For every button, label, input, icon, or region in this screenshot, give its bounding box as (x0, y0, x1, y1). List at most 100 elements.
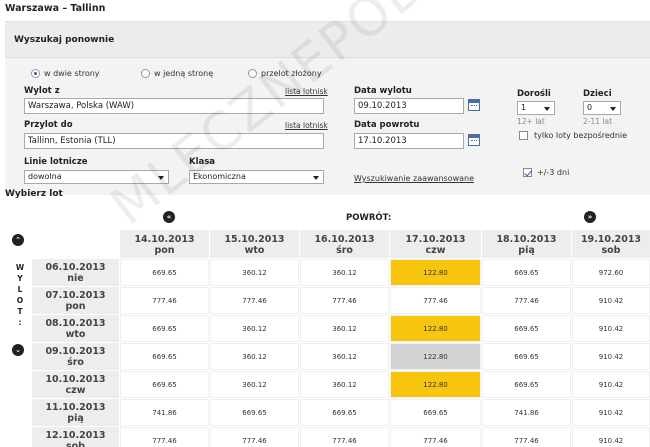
chevron-down-icon (610, 107, 616, 111)
price-cell[interactable]: 777.46 (120, 287, 209, 314)
next-return-week-icon[interactable]: » (584, 211, 596, 223)
calendar-icon[interactable] (468, 99, 480, 111)
adults-value: 1 (521, 103, 527, 112)
price-cell[interactable]: 910.42 (572, 287, 650, 314)
price-cell[interactable]: 910.42 (572, 371, 650, 398)
price-cell[interactable]: 972.60 (572, 259, 650, 286)
to-label: Przylot do (24, 120, 73, 130)
price-cell[interactable]: 777.46 (482, 287, 571, 314)
from-input[interactable]: Warszawa, Polska (WAW) (24, 98, 324, 114)
depart-date: 07.10.2013 (45, 290, 106, 301)
depart-date: 08.10.2013 (45, 318, 106, 329)
trip-type-oneway[interactable]: w jedną stronę (141, 69, 213, 78)
trip-type-multi[interactable]: przelot złożony (248, 69, 322, 78)
side-letter: L (17, 285, 23, 294)
price-cell[interactable]: 669.65 (120, 315, 209, 342)
price-cell[interactable]: 360.12 (300, 259, 389, 286)
return-day: czw (425, 245, 446, 256)
depart-date-header: 10.10.2013 czw (32, 371, 119, 398)
price-cell[interactable]: 910.42 (572, 399, 650, 426)
price-cell[interactable]: 669.65 (390, 399, 481, 426)
price-cell[interactable]: 669.65 (482, 259, 571, 286)
return-day: pon (154, 245, 175, 256)
direct-only-checkbox[interactable] (519, 131, 528, 140)
price-cell[interactable]: 122.80 (390, 259, 481, 286)
depart-date: 06.10.2013 (45, 262, 106, 273)
price-cell[interactable]: 741.86 (482, 399, 571, 426)
children-hint: 2-11 lat (583, 117, 613, 126)
depart-date: 11.10.2013 (45, 402, 106, 413)
depart-date-header: 06.10.2013 nie (32, 259, 119, 286)
chevron-down-icon (158, 176, 164, 180)
next-depart-week-icon[interactable]: ⌄ (12, 344, 24, 356)
price-cell[interactable]: 669.65 (120, 259, 209, 286)
return-date: 14.10.2013 (134, 234, 195, 245)
advanced-search-link[interactable]: Wyszukiwanie zaawansowane (354, 174, 474, 183)
price-cell[interactable]: 910.42 (572, 427, 650, 447)
price-cell[interactable]: 360.12 (300, 343, 389, 370)
flex-days-checkbox[interactable] (523, 168, 532, 177)
flex-days-label: +/-3 dni (537, 168, 570, 177)
price-cell[interactable]: 777.46 (300, 427, 389, 447)
price-cell[interactable]: 360.12 (300, 315, 389, 342)
adults-select[interactable]: 1 (517, 101, 555, 115)
airlines-value: dowolna (28, 172, 62, 181)
chevron-down-icon (313, 176, 319, 180)
prev-depart-week-icon[interactable]: ⌃ (12, 234, 24, 246)
side-letter: W (15, 263, 25, 272)
price-cell[interactable]: 669.65 (210, 399, 299, 426)
price-cell[interactable]: 360.12 (300, 371, 389, 398)
price-cell[interactable]: 777.46 (120, 427, 209, 447)
price-cell[interactable]: 777.46 (300, 287, 389, 314)
price-cell[interactable]: 777.46 (482, 427, 571, 447)
price-cell[interactable]: 360.12 (210, 259, 299, 286)
adults-hint: 12+ lat (517, 117, 545, 126)
return-date-input[interactable]: 17.10.2013 (354, 133, 464, 149)
depart-day: czw (65, 385, 86, 396)
depart-date-input[interactable]: 09.10.2013 (354, 98, 464, 114)
price-cell[interactable]: 777.46 (390, 427, 481, 447)
price-cell[interactable]: 777.46 (210, 287, 299, 314)
depart-day: pią (67, 413, 84, 424)
airlines-select[interactable]: dowolna (24, 170, 169, 184)
depart-date-header: 12.10.2013 sob (32, 427, 119, 447)
prev-return-week-icon[interactable]: « (163, 211, 175, 223)
children-select[interactable]: 0 (583, 101, 621, 115)
price-cell[interactable]: 777.46 (390, 287, 481, 314)
price-cell[interactable]: 669.65 (300, 399, 389, 426)
depart-date-header: 09.10.2013 śro (32, 343, 119, 370)
price-cell[interactable]: 669.65 (120, 343, 209, 370)
price-cell[interactable]: 777.46 (210, 427, 299, 447)
side-letter: : (18, 318, 22, 327)
search-header-title: Wyszukaj ponownie (14, 35, 115, 45)
search-panel: Wyszukaj ponownie w dwie strony w jedną … (5, 21, 650, 195)
price-cell[interactable]: 122.80 (390, 315, 481, 342)
trip-type-roundtrip[interactable]: w dwie strony (31, 69, 100, 78)
chevron-down-icon (544, 107, 550, 111)
depart-day: pon (65, 301, 86, 312)
price-cell[interactable]: 910.42 (572, 315, 650, 342)
price-cell[interactable]: 669.65 (482, 315, 571, 342)
to-airports-link[interactable]: lista lotnisk (285, 121, 328, 130)
trip-type-multi-label: przelot złożony (261, 69, 322, 78)
radio-icon[interactable] (248, 69, 257, 78)
class-select[interactable]: Ekonomiczna (189, 170, 324, 184)
radio-icon[interactable] (141, 69, 150, 78)
price-cell[interactable]: 669.65 (120, 371, 209, 398)
price-cell[interactable]: 669.65 (482, 343, 571, 370)
radio-icon[interactable] (31, 69, 40, 78)
price-cell[interactable]: 669.65 (482, 371, 571, 398)
price-cell[interactable]: 360.12 (210, 315, 299, 342)
price-cell[interactable]: 910.42 (572, 343, 650, 370)
depart-date: 10.10.2013 (45, 374, 106, 385)
price-cell[interactable]: 122.80 (390, 343, 481, 370)
price-cell[interactable]: 122.80 (390, 371, 481, 398)
calendar-icon[interactable] (468, 134, 480, 146)
to-input[interactable]: Tallinn, Estonia (TLL) (24, 133, 324, 149)
price-cell[interactable]: 360.12 (210, 343, 299, 370)
depart-date-header: 11.10.2013 pią (32, 399, 119, 426)
from-airports-link[interactable]: lista lotnisk (285, 87, 328, 96)
price-cell[interactable]: 741.86 (120, 399, 209, 426)
departure-side-label: W Y L O T : (15, 262, 25, 328)
price-cell[interactable]: 360.12 (210, 371, 299, 398)
